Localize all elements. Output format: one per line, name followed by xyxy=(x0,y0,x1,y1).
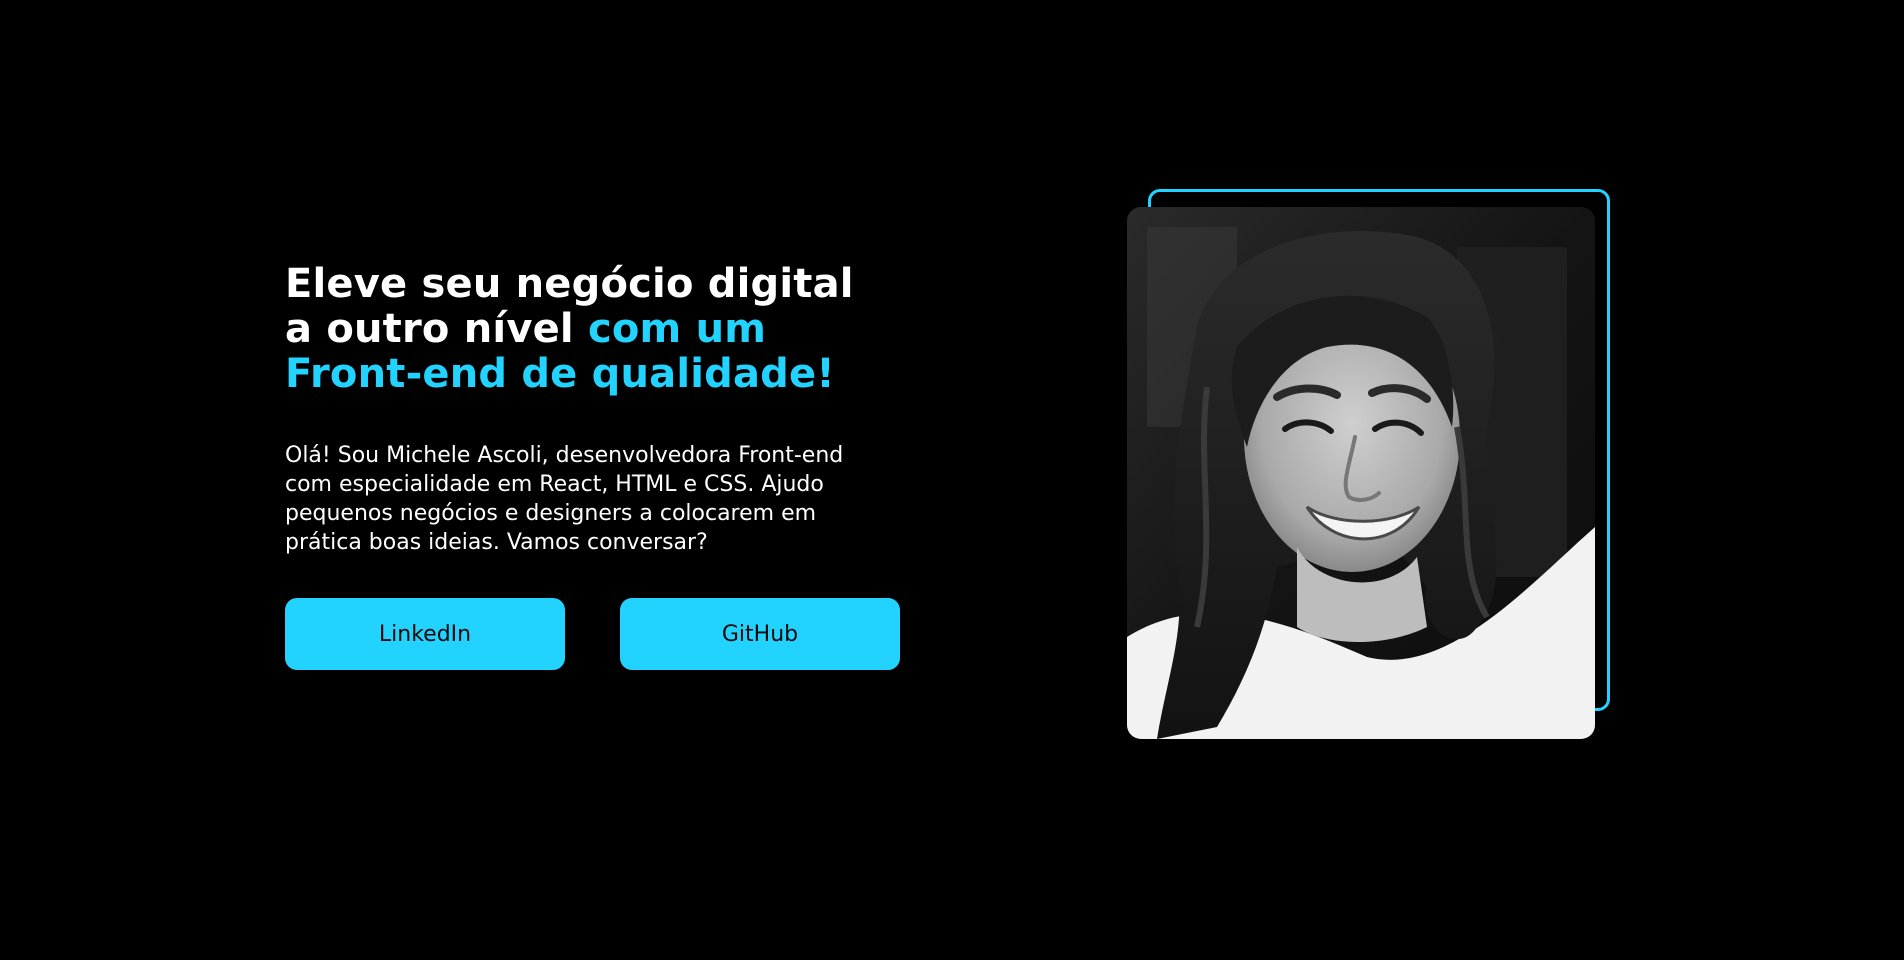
headline-line-3: Front-end de qualidade! xyxy=(285,351,835,397)
portrait-photo xyxy=(1127,207,1595,739)
linkedin-button[interactable]: LinkedIn xyxy=(285,598,565,670)
intro-line: prática boas ideias. Vamos conversar? xyxy=(285,530,708,555)
hero-headline: Eleve seu negócio digital a outro nível … xyxy=(285,262,925,397)
github-button[interactable]: GitHub xyxy=(620,598,900,670)
headline-line-2-white: a outro nível xyxy=(285,306,588,352)
hero-section: Eleve seu negócio digital a outro nível … xyxy=(285,262,925,670)
headline-line-2-accent: com um xyxy=(587,306,767,352)
headline-line-2: a outro nível com um xyxy=(285,307,925,352)
headline-line-1: Eleve seu negócio digital xyxy=(285,261,854,307)
portrait-illustration xyxy=(1127,207,1595,739)
intro-line: com especialidade em React, HTML e CSS. … xyxy=(285,472,824,497)
intro-paragraph: Olá! Sou Michele Ascoli, desenvolvedora … xyxy=(285,441,925,557)
intro-line: pequenos negócios e designers a colocare… xyxy=(285,501,817,526)
intro-line: Olá! Sou Michele Ascoli, desenvolvedora … xyxy=(285,443,844,468)
